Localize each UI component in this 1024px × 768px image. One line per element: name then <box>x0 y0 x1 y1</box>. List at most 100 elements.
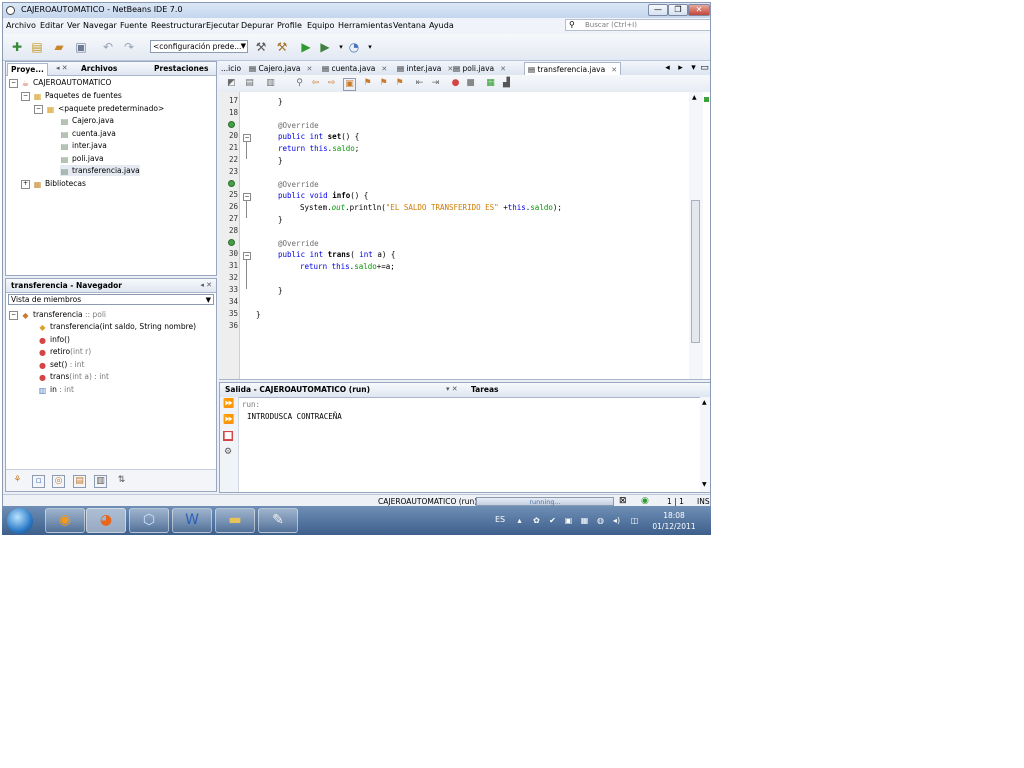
output-title[interactable]: Salida - CAJEROAUTOMATICO (run) <box>225 385 370 394</box>
previous-bookmark-icon[interactable]: ⚑ <box>362 78 373 89</box>
toggle-bookmark-icon[interactable]: ⚑ <box>394 78 405 89</box>
tree-item-file[interactable]: ▤ inter.java <box>60 140 107 151</box>
nav-member-item[interactable]: ● retiro(int r) <box>38 346 91 357</box>
tray-icon[interactable]: ✔ <box>548 516 557 525</box>
find-next-icon[interactable]: ⇨ <box>326 78 337 89</box>
toggle-highlight-icon[interactable]: ▣ <box>343 78 356 91</box>
collapse-icon[interactable]: − <box>34 104 43 114</box>
menu-depurar[interactable]: Depurar <box>241 21 274 30</box>
find-icon[interactable]: ⚲ <box>294 78 305 89</box>
menu-ventana[interactable]: Ventana <box>393 21 426 30</box>
override-marker-icon[interactable] <box>228 239 235 246</box>
shift-right-icon[interactable]: ⇥ <box>430 78 441 89</box>
scroll-tabs-right-icon[interactable]: ▸ <box>675 63 686 74</box>
tree-item-file[interactable]: ▤ poli.java <box>60 153 104 164</box>
override-marker-icon[interactable] <box>228 121 235 128</box>
maximize-button[interactable]: ❐ <box>668 4 688 16</box>
save-all-icon[interactable]: ▣ <box>73 39 89 55</box>
member-view-select[interactable]: Vista de miembros ▼ <box>8 294 214 305</box>
editor-scroll-thumb[interactable] <box>691 200 700 343</box>
comment-icon[interactable]: ▦ <box>485 78 496 89</box>
show-inherited-icon[interactable]: ⚘ <box>12 475 23 486</box>
show-fields-icon[interactable]: ▫ <box>32 475 45 488</box>
debug-icon[interactable]: ▶ <box>317 39 333 55</box>
close-tab-icon[interactable]: ✕ <box>611 66 617 74</box>
tree-item-file-selected[interactable]: ▤ transferencia.java <box>60 165 140 176</box>
tab-transferencia[interactable]: ▤ transferencia.java ✕ <box>524 62 622 76</box>
menu-editar[interactable]: Editar <box>40 21 64 30</box>
run-icon[interactable]: ▶ <box>298 39 314 55</box>
scroll-up-icon[interactable]: ▲ <box>692 94 697 101</box>
nav-class-item[interactable]: − ◆ transferencia :: poli <box>9 309 106 320</box>
override-marker-icon[interactable] <box>228 180 235 187</box>
profile-menu-chevron-icon[interactable]: ▾ <box>362 39 378 55</box>
uncomment-icon[interactable]: ▟ <box>501 78 512 89</box>
show-inner-classes-icon[interactable]: ▥ <box>94 475 107 488</box>
start-macro-icon[interactable]: ● <box>450 78 461 89</box>
editor-scrollbar[interactable]: ▲ <box>689 92 703 379</box>
undo-icon[interactable]: ↶ <box>100 39 116 55</box>
stop-icon[interactable]: ■ <box>223 431 233 441</box>
tray-icon[interactable]: ▦ <box>580 516 589 525</box>
tree-item-file[interactable]: ▤ cuenta.java <box>60 128 116 139</box>
menu-archivo[interactable]: Archivo <box>6 21 36 30</box>
tab-list-icon[interactable]: ▾ <box>688 63 699 74</box>
media-player-task[interactable]: ◉ <box>45 508 85 533</box>
expand-icon[interactable]: + <box>21 179 30 189</box>
scroll-tabs-left-icon[interactable]: ◂ <box>662 63 673 74</box>
sort-icon[interactable]: ⇅ <box>116 475 127 486</box>
tab-proyectos[interactable]: Proye... <box>7 63 48 76</box>
nav-member-item[interactable]: ◆ transferencia(int saldo, String nombre) <box>38 321 196 332</box>
start-button[interactable] <box>7 508 33 534</box>
menu-ver[interactable]: Ver <box>67 21 80 30</box>
notification-icon[interactable]: ◉ <box>641 496 649 506</box>
minimize-panel-icon[interactable]: ◂ ✕ <box>200 279 212 292</box>
nav-member-item[interactable]: ● info() <box>38 334 70 345</box>
settings-icon[interactable]: ⚙ <box>223 447 233 457</box>
shift-left-icon[interactable]: ⇤ <box>414 78 425 89</box>
tab-poli[interactable]: ▤ poli.java ✕ <box>453 62 506 75</box>
find-previous-icon[interactable]: ⇦ <box>310 78 321 89</box>
back-icon[interactable]: ▥ <box>265 78 276 89</box>
word-task[interactable]: W <box>172 508 212 533</box>
tray-icon[interactable]: ◍ <box>596 516 605 525</box>
progress-bar[interactable]: running... <box>476 497 614 506</box>
tab-prestaciones[interactable]: Prestaciones <box>151 63 211 75</box>
open-project-icon[interactable]: ▰ <box>51 39 67 55</box>
netbeans-task[interactable]: ⬡ <box>129 508 169 533</box>
fold-toggle-icon[interactable]: − <box>243 193 251 201</box>
collapse-icon[interactable]: − <box>21 91 30 101</box>
tray-icon[interactable]: ◫ <box>630 516 639 525</box>
code-editor[interactable]: 17 18 20 21 22 23 25 26 27 28 30 31 32 3… <box>219 92 710 380</box>
minimize-panel-icon[interactable]: ▾ ✕ <box>446 385 458 393</box>
fold-toggle-icon[interactable]: − <box>243 252 251 260</box>
menu-ejecutar[interactable]: Ejecutar <box>206 21 239 30</box>
scroll-up-icon[interactable]: ▲ <box>702 399 707 406</box>
cancel-task-icon[interactable]: ⊠ <box>619 496 627 506</box>
menu-profile[interactable]: Profile <box>277 21 302 30</box>
rerun-options-icon[interactable]: ⏩ <box>223 415 234 425</box>
tab-archivos[interactable]: Archivos <box>78 63 120 75</box>
show-static-icon[interactable]: ◎ <box>52 475 65 488</box>
source-history-icon[interactable]: ◩ <box>226 78 237 89</box>
tab-cajero[interactable]: ▤ Cajero.java ✕ <box>249 62 312 75</box>
nav-member-item[interactable]: ● trans(int a) : int <box>38 371 109 382</box>
close-tab-icon[interactable]: ✕ <box>500 65 506 73</box>
tab-inter[interactable]: ▤ inter.java ✕ <box>397 62 453 75</box>
explorer-task[interactable]: ▬ <box>215 508 255 533</box>
close-button[interactable]: ✕ <box>688 4 710 16</box>
firefox-task[interactable]: ◕ <box>86 508 126 533</box>
menu-fuente[interactable]: Fuente <box>120 21 147 30</box>
output-scrollbar[interactable]: ▲ ▼ <box>700 397 710 492</box>
build-icon[interactable]: ⚒ <box>253 39 269 55</box>
clock[interactable]: 18:08 01/12/2011 <box>652 510 696 532</box>
profile-icon[interactable]: ◔ <box>346 39 362 55</box>
menu-herramientas[interactable]: Herramientas <box>338 21 393 30</box>
tab-tareas[interactable]: Tareas <box>471 385 499 394</box>
close-tab-icon[interactable]: ✕ <box>307 65 313 73</box>
tab-start-page[interactable]: ...icio <box>221 62 241 75</box>
show-hidden-icons-icon[interactable]: ▴ <box>515 516 524 525</box>
next-bookmark-icon[interactable]: ⚑ <box>378 78 389 89</box>
tree-item-libraries[interactable]: + ▦ Bibliotecas <box>21 178 86 189</box>
stop-macro-icon[interactable]: ■ <box>465 78 476 89</box>
